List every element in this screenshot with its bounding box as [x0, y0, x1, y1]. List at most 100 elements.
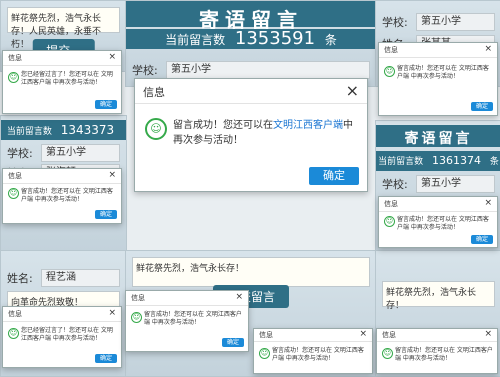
message-textarea[interactable]: 鲜花祭先烈，浩气永长存！人民英雄，永垂不朽！ — [7, 7, 120, 50]
count-unit: 条 — [324, 33, 337, 47]
dialog-title: 信息 — [8, 310, 22, 318]
school-field[interactable]: 第五小学 — [416, 13, 495, 31]
success-dialog-bottom-center: 信息 × ☺ 留言成功！您还可以在 文明江西客户端 中再次参与活动！ 确定 — [125, 290, 249, 352]
already-dialog-top-left: 信息 × ☺ 您已经留过言了！您还可以在 文明江西客户端 中再次参与活动！ 确定 — [2, 50, 122, 114]
dialog-body: ☺ 留言成功！您还可以在 文明江西客户端 中再次参与活动！ 确定 — [3, 184, 121, 222]
dialog-body: ☺ 您已经留过言了！您还可以在 文明江西客户端 中再次参与活动！ 确定 — [3, 322, 121, 366]
count-label: 当前留言数 — [6, 127, 52, 137]
dialog-message: 留言成功！您还可以在 文明江西客户端 中再次参与活动！ — [272, 347, 364, 362]
smile-icon: ☺ — [8, 72, 19, 83]
board-title: 寄语留言 — [404, 131, 473, 147]
success-dialog: 信息 × ☺ 留言成功！您还可以在文明江西客户端中再次参与活动！ 确定 — [134, 78, 368, 192]
message-count-bar: 当前留言数 1353591 条 — [126, 29, 376, 49]
dialog-message: 留言成功！您还可以在 文明江西客户端 中再次参与活动！ — [397, 65, 489, 80]
count-value: 1343373 — [60, 123, 115, 137]
success-dialog-bottom-mid: 信息 × ☺ 留言成功！您还可以在 文明江西客户端 中再次参与活动！ — [253, 328, 373, 374]
dialog-body: ☺ 留言成功！您还可以在 文明江西客户端 中再次参与活动！ — [377, 342, 497, 372]
count-value: 1361374 — [432, 154, 481, 167]
dialog-header: 信息 × — [379, 43, 497, 58]
dialog-title: 信息 — [384, 200, 398, 208]
ok-button[interactable]: 确定 — [471, 102, 493, 111]
message-count-bar: 当前留言数 1343373 条 — [1, 120, 126, 157]
close-icon[interactable]: × — [235, 292, 243, 302]
school-field[interactable]: 第五小学 — [416, 175, 495, 193]
ok-button[interactable]: 确定 — [309, 167, 359, 185]
school-label: 学校: — [382, 178, 408, 191]
close-icon[interactable]: × — [484, 329, 492, 339]
tile-top-center: 寄语留言 当前留言数 1353591 条 学校: 第五小学 — [125, 0, 377, 87]
count-label: 当前留言数 — [378, 157, 424, 167]
success-dialog-bottom-right: 信息 × ☺ 留言成功！您还可以在 文明江西客户端 中再次参与活动！ — [376, 328, 498, 374]
school-row: 学校: 第五小学 — [382, 13, 495, 31]
app-link[interactable]: 文明江西客户端 — [273, 120, 343, 131]
success-dialog-top-right: 信息 × ☺ 留言成功！您还可以在 文明江西客户端 中再次参与活动！ 确定 — [378, 42, 498, 116]
count-value: 1353591 — [234, 28, 316, 49]
message-prefix: 留言成功！您还可以在 — [173, 120, 273, 131]
smile-icon: ☺ — [8, 188, 19, 199]
smile-icon: ☺ — [145, 118, 167, 140]
dialog-title: 信息 — [382, 331, 396, 339]
dialog-header: 信息 × — [379, 197, 497, 212]
already-dialog-bottom-left: 信息 × ☺ 您已经留过言了！您还可以在 文明江西客户端 中再次参与活动！ 确定 — [2, 306, 122, 368]
name-field[interactable]: 程艺涵 — [41, 269, 120, 287]
dialog-header: 信息 × — [3, 169, 121, 184]
school-row: 学校: 第五小学 — [7, 144, 120, 162]
close-icon[interactable]: × — [346, 81, 359, 100]
ok-button[interactable]: 确定 — [471, 235, 493, 244]
smile-icon: ☺ — [382, 348, 393, 359]
dialog-title: 信息 — [131, 294, 145, 302]
dialog-body: ☺ 留言成功！您还可以在 文明江西客户端 中再次参与活动！ 确定 — [379, 58, 497, 114]
message-textarea[interactable]: 鲜花祭先烈，浩气永长存！ — [132, 257, 370, 287]
message-textarea[interactable]: 鲜花祭先烈，浩气永长存！ — [382, 281, 495, 311]
school-label: 学校: — [382, 16, 408, 29]
dialog-message: 留言成功！您还可以在 文明江西客户端 中再次参与活动！ — [21, 188, 113, 203]
ok-button[interactable]: 确定 — [95, 354, 117, 363]
ok-button[interactable]: 确定 — [222, 338, 244, 347]
message-count-bar: 当前留言数 1361374 条 — [376, 151, 500, 171]
board-header: 寄语留言 — [376, 125, 500, 147]
dialog-body: ☺ 留言成功！您还可以在 文明江西客户端 中再次参与活动！ 确定 — [126, 306, 248, 350]
smile-icon: ☺ — [131, 312, 142, 323]
dialog-title: 信息 — [8, 172, 22, 180]
dialog-message: 留言成功！您还可以在文明江西客户端中再次参与活动！ — [173, 118, 357, 148]
dialog-message: 留言成功！您还可以在 文明江西客户端 中再次参与活动！ — [144, 311, 242, 326]
close-icon[interactable]: × — [484, 198, 492, 208]
success-dialog-mid-right: 信息 × ☺ 留言成功！您还可以在 文明江西客户端 中再次参与活动！ 确定 — [378, 196, 498, 248]
dialog-message: 您已经留过言了！您还可以在 文明江西客户端 中再次参与活动！ — [21, 71, 113, 86]
smile-icon: ☺ — [384, 66, 395, 77]
school-row: 学校: 第五小学 — [132, 61, 370, 79]
success-dialog-mid-left: 信息 × ☺ 留言成功！您还可以在 文明江西客户端 中再次参与活动！ 确定 — [2, 168, 122, 224]
close-icon[interactable]: × — [108, 52, 116, 62]
smile-icon: ☺ — [259, 348, 270, 359]
dialog-message: 留言成功！您还可以在 文明江西客户端 中再次参与活动！ — [397, 216, 489, 231]
dialog-body: ☺ 您已经留过言了！您还可以在 文明江西客户端 中再次参与活动！ 确定 — [3, 66, 121, 112]
school-row: 学校: 第五小学 — [382, 175, 495, 193]
dialog-body: ☺ 留言成功！您还可以在 文明江西客户端 中再次参与活动！ 确定 — [379, 212, 497, 246]
dialog-title: 信息 — [8, 54, 22, 62]
close-icon[interactable]: × — [484, 44, 492, 54]
close-icon[interactable]: × — [359, 329, 367, 339]
ok-button[interactable]: 确定 — [95, 100, 117, 109]
dialog-title: 信息 — [143, 86, 165, 99]
name-label: 姓名: — [7, 272, 33, 285]
dialog-header: 信息 × — [126, 291, 248, 306]
dialog-header: 信息 × — [3, 51, 121, 66]
dialog-message: 您已经留过言了！您还可以在 文明江西客户端 中再次参与活动！ — [21, 327, 113, 342]
school-label: 学校: — [132, 64, 158, 77]
school-field[interactable]: 第五小学 — [166, 61, 370, 79]
school-field[interactable]: 第五小学 — [41, 144, 120, 162]
board-header: 寄语留言 — [126, 1, 376, 32]
smile-icon: ☺ — [384, 216, 395, 227]
dialog-message: 留言成功！您还可以在 文明江西客户端 中再次参与活动！ — [395, 347, 493, 362]
dialog-body: ☺ 留言成功！您还可以在文明江西客户端中再次参与活动！ 确定 — [135, 104, 367, 191]
close-icon[interactable]: × — [108, 170, 116, 180]
dialog-title: 信息 — [384, 46, 398, 54]
dialog-header: 信息 × — [135, 79, 367, 104]
dialog-title: 信息 — [259, 331, 273, 339]
ok-button[interactable]: 确定 — [95, 210, 117, 219]
dialog-header: 信息 × — [3, 307, 121, 322]
close-icon[interactable]: × — [108, 308, 116, 318]
count-unit: 条 — [489, 157, 499, 167]
smile-icon: ☺ — [8, 328, 19, 339]
count-label: 当前留言数 — [165, 33, 226, 47]
